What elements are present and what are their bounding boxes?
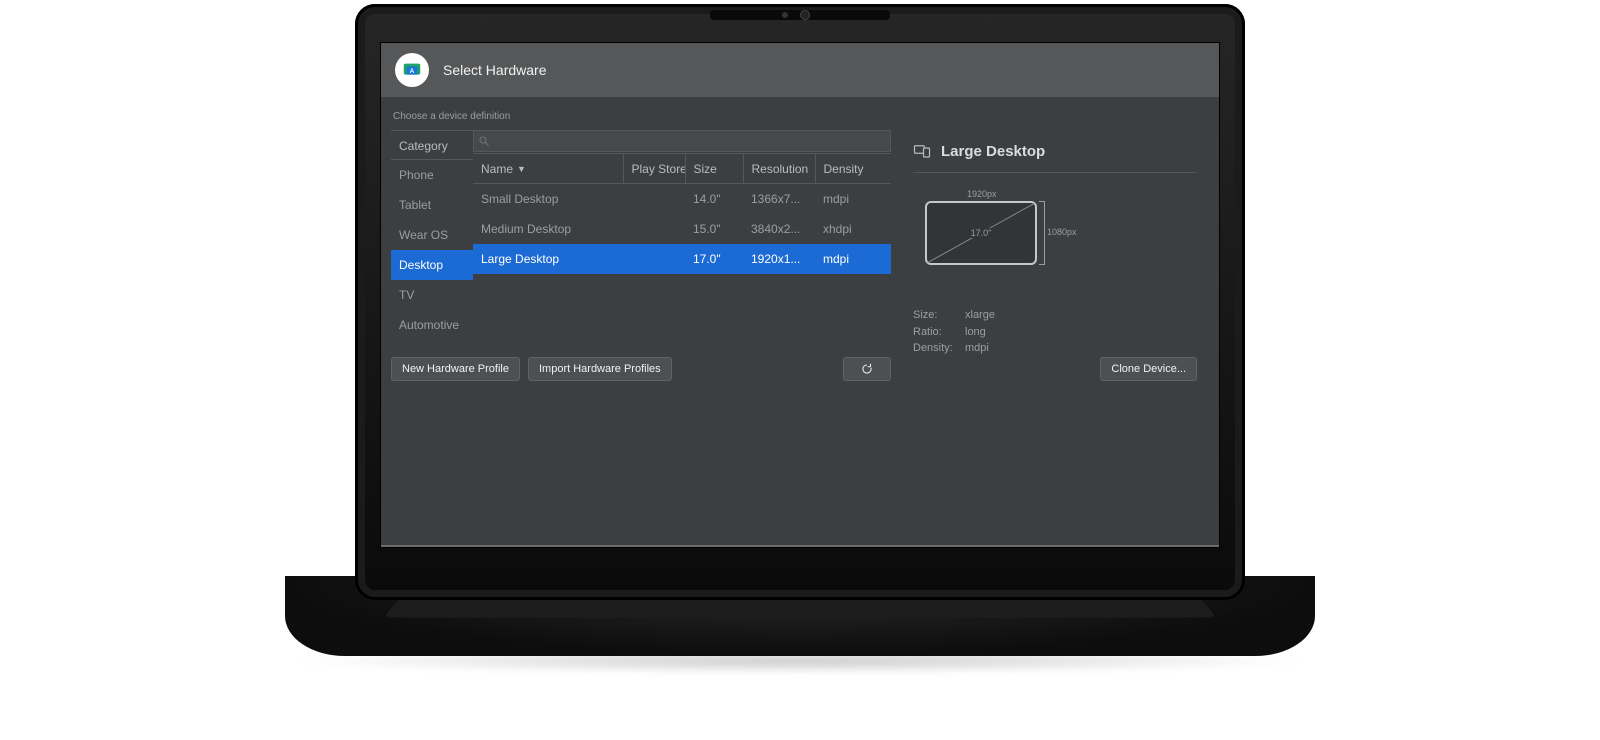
dialog-footer-divider [381, 545, 1219, 547]
laptop-lid: A Select Hardware Choose a device defini… [355, 4, 1245, 600]
category-item-wear-os[interactable]: Wear OS [391, 220, 473, 250]
titlebar: A Select Hardware [381, 43, 1219, 97]
android-studio-glyph-icon: A [401, 59, 423, 81]
preview-height-tick [1039, 201, 1045, 265]
preview-meta: Size:xlarge Ratio:long Density:mdpi [913, 307, 1197, 357]
cell-play-store [623, 184, 685, 214]
preview-device-name: Large Desktop [941, 143, 1045, 160]
refresh-button[interactable] [843, 357, 891, 381]
search-input[interactable] [494, 134, 890, 148]
import-hardware-profiles-button[interactable]: Import Hardware Profiles [528, 357, 672, 381]
col-size[interactable]: Size [685, 154, 743, 184]
category-header: Category [391, 130, 473, 160]
preview-height-label: 1080px [1047, 227, 1077, 237]
cell-name: Small Desktop [473, 184, 623, 214]
category-item-desktop[interactable]: Desktop [391, 250, 473, 280]
laptop-frame: A Select Hardware Choose a device defini… [355, 4, 1245, 600]
search-field[interactable] [473, 130, 891, 152]
col-density[interactable]: Density [815, 154, 891, 184]
col-name[interactable]: Name▼ [473, 154, 623, 184]
col-play-store[interactable]: Play Store [623, 154, 685, 184]
col-resolution[interactable]: Resolution [743, 154, 815, 184]
cell-resolution: 1366x7... [743, 184, 815, 214]
cell-size: 14.0" [685, 184, 743, 214]
table-row[interactable]: Small Desktop 14.0"1366x7...mdpi [473, 184, 891, 214]
laptop-camera-bar [710, 10, 890, 20]
cell-play-store [623, 214, 685, 244]
device-table-panel: Name▼ Play Store Size Resolution Density… [473, 130, 891, 347]
category-item-phone[interactable]: Phone [391, 160, 473, 190]
search-icon [478, 135, 490, 147]
left-button-row: New Hardware Profile Import Hardware Pro… [391, 357, 891, 381]
preview-figure: 1920px 1080px 17.0" [919, 193, 1099, 283]
cell-resolution: 3840x2... [743, 214, 815, 244]
refresh-icon [860, 362, 874, 376]
dialog-window: A Select Hardware Choose a device defini… [380, 42, 1220, 548]
clone-device-button[interactable]: Clone Device... [1100, 357, 1197, 381]
category-item-automotive[interactable]: Automotive [391, 310, 473, 340]
cell-density: mdpi [815, 184, 891, 214]
category-item-tablet[interactable]: Tablet [391, 190, 473, 220]
device-picker-panel: Category PhoneTabletWear OSDesktopTVAuto… [391, 130, 891, 381]
preview-screen-rect: 17.0" [925, 201, 1037, 265]
cell-density: mdpi [815, 244, 891, 274]
cell-play-store [623, 244, 685, 274]
device-table: Name▼ Play Store Size Resolution Density… [473, 153, 891, 274]
devices-icon [913, 142, 931, 160]
cell-resolution: 1920x1... [743, 244, 815, 274]
table-row[interactable]: Large Desktop 17.0"1920x1...mdpi [473, 244, 891, 274]
category-item-tv[interactable]: TV [391, 280, 473, 310]
new-hardware-profile-button[interactable]: New Hardware Profile [391, 357, 520, 381]
sort-desc-icon: ▼ [517, 164, 526, 174]
preview-diagonal: 17.0" [969, 228, 994, 238]
preview-width-label: 1920px [967, 189, 997, 199]
preview-panel: Large Desktop 1920px 1080px 17.0" [913, 130, 1197, 381]
dialog-subtitle: Choose a device definition [393, 111, 1197, 122]
table-row[interactable]: Medium Desktop 15.0"3840x2...xhdpi [473, 214, 891, 244]
cell-size: 15.0" [685, 214, 743, 244]
cell-density: xhdpi [815, 214, 891, 244]
category-list: Category PhoneTabletWear OSDesktopTVAuto… [391, 130, 473, 347]
right-button-row: Clone Device... [913, 357, 1197, 381]
cell-size: 17.0" [685, 244, 743, 274]
android-studio-icon: A [395, 53, 429, 87]
cell-name: Medium Desktop [473, 214, 623, 244]
cell-name: Large Desktop [473, 244, 623, 274]
svg-text:A: A [410, 68, 415, 75]
dialog-title: Select Hardware [443, 62, 547, 78]
